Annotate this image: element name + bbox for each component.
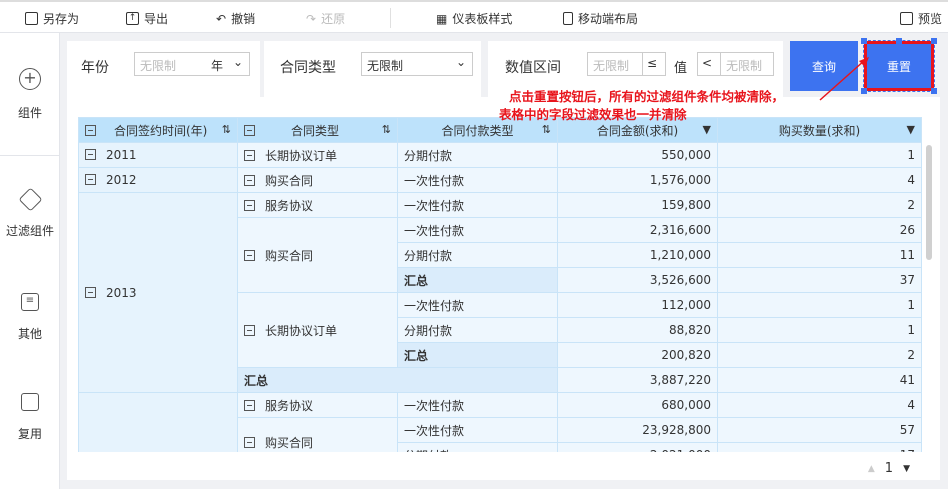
table-row: 服务协议 一次性付款 680,000 4 <box>78 392 922 452</box>
collapse-icon[interactable] <box>85 149 96 160</box>
contract-type-label: 合同类型 <box>280 60 336 76</box>
sort-icon[interactable]: ⇅ <box>542 123 551 136</box>
annotation-text: 点击重置按钮后，所有的过滤组件条件均被清除， 表格中的字段过滤效果也一并清除 <box>499 89 785 122</box>
undo-icon: ↶ <box>216 11 227 26</box>
collapse-icon[interactable] <box>244 324 255 336</box>
year-filter-label: 年份 <box>81 60 109 76</box>
resize-handle[interactable] <box>896 38 902 44</box>
collapse-icon[interactable] <box>244 249 255 261</box>
annotation-arrow-icon <box>819 57 869 101</box>
sort-icon[interactable]: ⇅ <box>222 123 231 136</box>
table-row: 2013 服务协议 一次性付款 159,800 2 <box>78 192 922 393</box>
range-min-input[interactable]: 无限制 <box>587 52 643 76</box>
dropdown-icon[interactable]: ▼ <box>907 123 915 136</box>
plus-icon: + <box>19 68 41 90</box>
sort-icon[interactable]: ⇅ <box>382 123 391 136</box>
toolbar: 另存为 ↑ 导出 ↶ 撤销 ↷ 还原 ▦ 仪表板样式 移动端布局 预览 <box>0 0 948 33</box>
collapse-icon[interactable] <box>244 174 255 186</box>
resize-handle[interactable] <box>931 38 937 44</box>
resize-handle[interactable] <box>931 88 937 94</box>
export-icon: ↑ <box>126 12 139 25</box>
dropdown-icon[interactable]: ▼ <box>703 123 711 136</box>
next-page-icon[interactable]: ▼ <box>903 464 910 474</box>
pivot-table: 合同签约时间(年) ⇅ 合同类型 ⇅ 合同付款类型 ⇅ 合同金额(求和) ▼ 购买数量(… <box>78 117 923 452</box>
contract-type-filter: 合同类型 无限制 ⌄ <box>264 41 481 103</box>
mobile-layout-button[interactable]: 移动端布局 <box>563 10 638 27</box>
table-widget: 合同签约时间(年) ⇅ 合同类型 ⇅ 合同付款类型 ⇅ 合同金额(求和) ▼ 购买数量(… <box>67 97 940 480</box>
document-icon: ≡ <box>21 293 39 311</box>
year-filter: 年份 无限制年 ⌄ <box>67 41 260 103</box>
range-op1-select[interactable]: ≤ <box>642 52 666 76</box>
pagination: ▲ 1 ▼ <box>868 461 910 476</box>
sidebar-divider <box>0 155 60 156</box>
copy-icon <box>21 393 39 411</box>
redo-button[interactable]: ↷ 还原 <box>306 10 345 27</box>
collapse-icon[interactable] <box>244 437 255 448</box>
collapse-icon[interactable] <box>85 286 96 298</box>
header-year[interactable]: 合同签约时间(年) ⇅ <box>78 117 238 143</box>
collapse-icon[interactable] <box>85 124 96 136</box>
collapse-icon[interactable] <box>244 149 255 161</box>
range-op2-select[interactable]: < <box>697 52 721 76</box>
header-contract-type[interactable]: 合同类型 ⇅ <box>237 117 398 143</box>
preview-button[interactable]: 预览 <box>900 10 942 27</box>
table-row: 2011 长期协议订单 分期付款 550,000 1 <box>78 142 922 168</box>
year-select[interactable]: 无限制年 ⌄ <box>134 52 250 76</box>
monitor-icon <box>900 12 913 25</box>
collapse-icon[interactable] <box>85 174 96 185</box>
contract-type-select[interactable]: 无限制 ⌄ <box>361 52 473 76</box>
chevron-down-icon: ⌄ <box>455 55 466 69</box>
save-as-button[interactable]: 另存为 <box>25 10 79 27</box>
range-max-input[interactable]: 无限制 <box>720 52 774 76</box>
collapse-icon[interactable] <box>244 124 255 136</box>
undo-button[interactable]: ↶ 撤销 <box>216 10 255 27</box>
save-as-icon <box>25 12 38 25</box>
collapse-icon[interactable] <box>244 399 255 411</box>
range-label: 数值区间 <box>505 60 561 76</box>
prev-page-icon[interactable]: ▲ <box>868 464 875 474</box>
cube-icon <box>17 187 43 212</box>
toolbar-divider <box>390 8 391 28</box>
redo-icon: ↷ <box>306 11 317 26</box>
mobile-icon <box>563 12 573 25</box>
sidebar-item-components[interactable]: + 组件 <box>0 68 60 121</box>
sidebar-item-reuse[interactable]: 复用 <box>0 393 60 442</box>
collapse-icon[interactable] <box>244 199 255 211</box>
resize-handle[interactable] <box>861 38 867 44</box>
value-label: 值 <box>674 61 688 76</box>
sidebar: + 组件 过滤组件 ≡ 其他 复用 <box>0 33 60 489</box>
export-button[interactable]: ↑ 导出 <box>126 10 168 27</box>
table-row: 2012 购买合同 一次性付款 1,576,000 4 <box>78 167 922 193</box>
current-page: 1 <box>884 461 894 476</box>
dashboard-style-button[interactable]: ▦ 仪表板样式 <box>436 10 512 27</box>
sidebar-item-filter-components[interactable]: 过滤组件 <box>0 187 60 239</box>
grid-icon: ▦ <box>436 11 448 26</box>
chevron-down-icon: ⌄ <box>232 55 243 69</box>
sidebar-item-other[interactable]: ≡ 其他 <box>0 293 60 342</box>
vertical-scrollbar[interactable] <box>926 145 932 260</box>
